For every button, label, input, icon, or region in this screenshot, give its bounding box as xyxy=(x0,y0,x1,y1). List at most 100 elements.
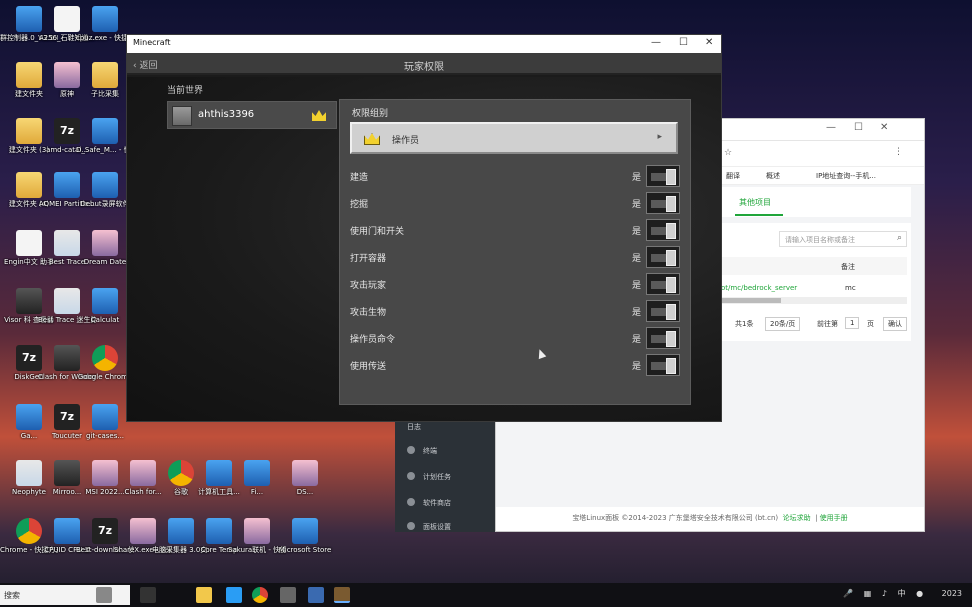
bookmark-star-icon[interactable]: ☆ xyxy=(724,148,732,158)
chrome-icon[interactable] xyxy=(252,587,268,603)
permission-panel: 权限组别 操作员 ▸ 建造是挖掘是使用门和开关是打开容器是攻击玩家是攻击生物是操… xyxy=(339,99,691,405)
manual-link[interactable]: 使用手册 xyxy=(820,514,848,522)
confirm-page-button[interactable]: 确认 xyxy=(883,317,907,331)
permission-row: 使用门和开关 是 xyxy=(350,218,680,242)
volume-icon[interactable]: ♪ xyxy=(882,589,887,598)
task-view-icon[interactable] xyxy=(140,587,156,603)
desktop-icon[interactable]: Microsoft Store xyxy=(276,518,334,555)
permission-toggle[interactable] xyxy=(646,300,680,322)
player-list-item[interactable]: ahthis3396 xyxy=(167,101,337,129)
permission-group-value: 操作员 xyxy=(392,136,420,146)
close-icon[interactable]: ✕ xyxy=(880,122,888,133)
permission-value: 是 xyxy=(632,281,642,291)
clock-icon xyxy=(407,472,415,480)
minecraft-titlebar[interactable]: Minecraft — ☐ ✕ xyxy=(127,35,721,53)
permission-row: 建造 是 xyxy=(350,164,680,188)
sidebar-item-logs[interactable]: 日志 xyxy=(407,422,421,432)
sidebar-item-label: 终端 xyxy=(423,447,437,455)
bookmark-ip-lookup[interactable]: IP地址查询--手机... xyxy=(816,171,876,181)
permission-toggle[interactable] xyxy=(646,165,680,187)
permission-row: 挖掘 是 xyxy=(350,191,680,215)
maximize-icon[interactable]: ☐ xyxy=(854,122,863,133)
sidebar-item-label: 日志 xyxy=(407,423,421,431)
player-name: ahthis3396 xyxy=(198,109,255,120)
toggle-knob xyxy=(666,358,676,374)
bookmark-translate[interactable]: 翻译 xyxy=(726,171,740,181)
permission-row: 攻击生物 是 xyxy=(350,299,680,323)
search-icon[interactable]: ⌕ xyxy=(897,233,902,243)
scrollbar-thumb[interactable] xyxy=(721,298,781,303)
app-icon xyxy=(92,118,118,144)
permission-toggle[interactable] xyxy=(646,273,680,295)
app-icon xyxy=(292,460,318,486)
desktop-icon-label: git-cases... xyxy=(85,432,125,440)
network-icon[interactable]: ▦ xyxy=(864,589,872,598)
chrome-icon xyxy=(92,345,118,371)
permission-group-dropdown[interactable]: 操作员 ▸ xyxy=(350,122,678,154)
file-explorer-icon[interactable] xyxy=(196,587,212,603)
permission-toggle[interactable] xyxy=(646,354,680,376)
minimize-icon[interactable]: — xyxy=(651,37,661,48)
forum-help-link[interactable]: 论坛求助 xyxy=(783,514,811,522)
folder-icon xyxy=(92,62,118,88)
clock: 2023 xyxy=(941,589,962,598)
close-icon[interactable]: ✕ xyxy=(705,37,713,48)
permissions-screen: 当前世界 ahthis3396 权限组别 操作员 ▸ 建造是挖掘是使用门和开关是… xyxy=(127,77,721,421)
crown-icon xyxy=(364,133,380,145)
permission-label: 挖掘 xyxy=(350,200,369,210)
app-icon[interactable] xyxy=(308,587,324,603)
permission-toggle[interactable] xyxy=(646,192,680,214)
toggle-knob xyxy=(666,277,676,293)
permission-value: 是 xyxy=(632,227,642,237)
bookmark-overview[interactable]: 概述 xyxy=(766,171,780,181)
permission-toggle[interactable] xyxy=(646,327,680,349)
microphone-icon[interactable]: 🎤 xyxy=(843,589,853,598)
toggle-knob xyxy=(666,331,676,347)
permission-row: 打开容器 是 xyxy=(350,245,680,269)
toggle-knob xyxy=(666,169,676,185)
menu-icon[interactable]: ⋮ xyxy=(894,147,903,157)
app-icon xyxy=(92,288,118,314)
telegram-icon[interactable] xyxy=(226,587,242,603)
notification-icon[interactable]: ● xyxy=(916,589,923,598)
permission-label: 使用传送 xyxy=(350,362,387,372)
terminal-icon xyxy=(407,446,415,454)
table-header: 备注 xyxy=(721,257,907,275)
system-tray: 🎤 ▦ ♪ 中 ● 2023 xyxy=(835,588,962,599)
horizontal-scrollbar[interactable] xyxy=(721,297,907,304)
tab-active-indicator xyxy=(735,214,783,216)
avatar[interactable] xyxy=(96,587,112,603)
screen-header: ‹ 返回 玩家权限 xyxy=(127,53,721,75)
sidebar-item-cron[interactable]: 计划任务 xyxy=(407,472,451,482)
minimize-icon[interactable]: — xyxy=(826,122,836,133)
minecraft-taskbar-icon[interactable] xyxy=(334,587,350,603)
desktop-icon-label: DS... xyxy=(296,488,314,496)
per-page-select[interactable]: 20条/页 xyxy=(765,317,801,331)
desktop-icon-label: Microsoft Store xyxy=(278,546,332,554)
permission-toggle[interactable] xyxy=(646,246,680,268)
permission-row: 操作员命令 是 xyxy=(350,326,680,350)
minecraft-window[interactable]: Minecraft — ☐ ✕ ‹ 返回 玩家权限 当前世界 ahthis339… xyxy=(126,34,722,422)
permission-row: 使用传送 是 xyxy=(350,353,680,377)
project-search-input[interactable]: 请输入项目名称或备注 ⌕ xyxy=(779,231,907,247)
search-placeholder: 请输入项目名称或备注 xyxy=(785,236,855,244)
input-method-indicator[interactable]: 中 xyxy=(898,589,906,598)
sidebar-item-store[interactable]: 软件商店 xyxy=(407,498,451,508)
desktop-icon[interactable]: DS... xyxy=(276,460,334,497)
app-icon[interactable] xyxy=(280,587,296,603)
window-title: Minecraft xyxy=(133,38,171,47)
permission-value: 是 xyxy=(632,173,642,183)
page-title: 玩家权限 xyxy=(404,62,444,73)
tab-other-projects[interactable]: 其他项目 xyxy=(739,197,771,208)
project-path-link[interactable]: ot/mc/bedrock_server xyxy=(721,284,797,292)
sidebar-item-settings[interactable]: 面板设置 xyxy=(407,522,451,532)
sidebar-item-terminal[interactable]: 终端 xyxy=(407,446,437,456)
page-number-input[interactable]: 1 xyxy=(845,317,860,329)
table-row[interactable]: ot/mc/bedrock_server mc xyxy=(721,281,907,297)
permission-value: 是 xyxy=(632,362,642,372)
store-icon xyxy=(292,518,318,544)
anime-icon xyxy=(92,230,118,256)
permission-label: 操作员命令 xyxy=(350,335,396,345)
permission-toggle[interactable] xyxy=(646,219,680,241)
maximize-icon[interactable]: ☐ xyxy=(679,37,688,48)
